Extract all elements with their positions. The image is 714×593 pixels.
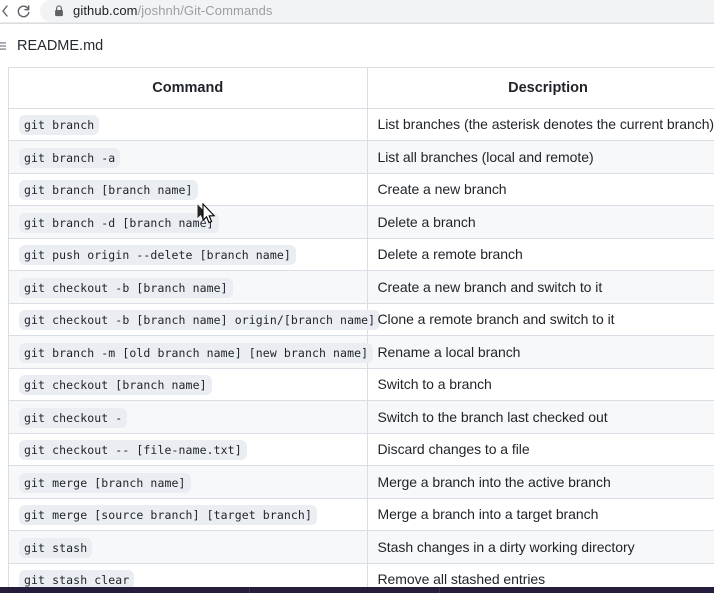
table-row: git checkout - Switch to the branch last … bbox=[9, 400, 714, 434]
lock-icon bbox=[53, 0, 64, 22]
command-cell: git checkout -b [branch name] origin/[br… bbox=[9, 303, 381, 336]
table-row: git push origin --delete [branch name] De… bbox=[9, 238, 714, 271]
file-header: README.md bbox=[0, 24, 714, 67]
table-row: git branch [branch name] Create a new bra… bbox=[9, 173, 714, 206]
command-code: git checkout - bbox=[19, 407, 128, 428]
command-cell: git branch -m [old branch name] [new bra… bbox=[9, 335, 374, 369]
command-code: git checkout [branch name] bbox=[19, 375, 212, 396]
url-host: github.com bbox=[73, 3, 138, 18]
command-cell: git merge [branch name] bbox=[9, 465, 368, 499]
command-code: git branch -d [branch name] bbox=[19, 212, 219, 233]
command-cell: git branch -d [branch name] bbox=[9, 205, 368, 239]
table-row: git checkout -b [branch name] Create a ne… bbox=[9, 270, 714, 304]
command-code: git checkout -b [branch name] origin/[br… bbox=[19, 310, 381, 331]
description-cell: Create a new branch and switch to it bbox=[367, 270, 714, 304]
command-cell: git merge [source branch] [target branch… bbox=[9, 498, 368, 531]
command-code: git stash bbox=[19, 537, 93, 558]
description-cell: Create a new branch bbox=[367, 173, 714, 206]
table-row: git checkout [branch name] Switch to a br… bbox=[9, 368, 714, 401]
command-cell: git branch bbox=[9, 108, 368, 141]
description-cell: Delete a branch bbox=[367, 205, 714, 239]
readme-table-container: Command Description git branch List branc… bbox=[8, 67, 714, 593]
description-cell: Merge a branch into the active branch bbox=[367, 465, 714, 499]
browser-toolbar: github.com/joshnh/Git-Commands bbox=[0, 0, 714, 22]
column-header-command: Command bbox=[9, 68, 368, 109]
command-cell: git checkout - bbox=[9, 400, 368, 434]
table-row: git merge [source branch] [target branch… bbox=[9, 498, 714, 531]
command-code: git merge [branch name] bbox=[19, 472, 191, 493]
file-name-label: README.md bbox=[17, 37, 104, 54]
command-code: git branch -a bbox=[19, 147, 121, 168]
git-commands-table: Command Description git branch List branc… bbox=[9, 68, 714, 593]
table-row: git checkout -- [file-name.txt] Discard c… bbox=[9, 433, 714, 466]
taskbar bbox=[0, 587, 714, 593]
command-code: git checkout -- [file-name.txt] bbox=[19, 440, 247, 461]
browser-back-button-stub[interactable] bbox=[2, 0, 10, 22]
file-list-icon[interactable] bbox=[0, 24, 6, 67]
table-header-row: Command Description bbox=[9, 68, 714, 109]
command-code: git push origin --delete [branch name] bbox=[19, 245, 296, 266]
description-cell: Stash changes in a dirty working directo… bbox=[367, 530, 714, 564]
table-row: git checkout -b [branch name] origin/[br… bbox=[9, 303, 714, 336]
url-path: /joshnh/Git-Commands bbox=[137, 3, 273, 18]
address-bar[interactable]: github.com/joshnh/Git-Commands bbox=[40, 0, 714, 22]
taskbar-segment-3 bbox=[440, 587, 714, 593]
page-content: README.md Command Description git branch… bbox=[0, 24, 714, 593]
description-cell: Switch to the branch last checked out bbox=[367, 400, 714, 434]
taskbar-segment-1 bbox=[0, 587, 250, 593]
description-cell: Clone a remote branch and switch to it bbox=[367, 303, 714, 336]
url-text: github.com/joshnh/Git-Commands bbox=[73, 0, 273, 22]
command-cell: git checkout -- [file-name.txt] bbox=[9, 433, 368, 466]
command-cell: git push origin --delete [branch name] bbox=[9, 238, 368, 271]
table-head: Command Description bbox=[9, 68, 714, 109]
table-row: git branch -m [old branch name] [new bra… bbox=[9, 335, 714, 369]
table-row: git branch List branches (the asterisk de… bbox=[9, 108, 714, 141]
command-cell: git branch -a bbox=[9, 140, 368, 174]
description-cell: List branches (the asterisk denotes the … bbox=[367, 108, 714, 141]
command-cell: git checkout [branch name] bbox=[9, 368, 368, 401]
command-cell: git stash bbox=[9, 530, 368, 564]
command-code: git merge [source branch] [target branch… bbox=[19, 505, 317, 526]
command-code: git branch bbox=[19, 115, 100, 136]
description-cell: List all branches (local and remote) bbox=[367, 140, 714, 174]
table-row: git branch -d [branch name] Delete a bran… bbox=[9, 205, 714, 239]
reload-icon bbox=[16, 4, 31, 19]
taskbar-segment-2 bbox=[250, 587, 440, 593]
table-row: git stash Stash changes in a dirty workin… bbox=[9, 530, 714, 564]
description-cell: Rename a local branch bbox=[367, 335, 714, 369]
description-cell: Discard changes to a file bbox=[367, 433, 714, 466]
reload-button[interactable] bbox=[10, 0, 36, 22]
command-code: git checkout -b [branch name] bbox=[19, 277, 233, 298]
command-code: git branch [branch name] bbox=[19, 180, 198, 201]
command-code: git branch -m [old branch name] [new bra… bbox=[19, 342, 374, 363]
table-body: git branch List branches (the asterisk de… bbox=[9, 108, 714, 593]
description-cell: Switch to a branch bbox=[367, 368, 714, 401]
table-row: git branch -a List all branches (local an… bbox=[9, 140, 714, 174]
description-cell: Delete a remote branch bbox=[367, 238, 714, 271]
table-row: git merge [branch name] Merge a branch in… bbox=[9, 465, 714, 499]
command-cell: git branch [branch name] bbox=[9, 173, 368, 206]
command-cell: git checkout -b [branch name] bbox=[9, 270, 368, 304]
column-header-description: Description bbox=[367, 68, 714, 109]
description-cell: Merge a branch into a target branch bbox=[367, 498, 714, 531]
